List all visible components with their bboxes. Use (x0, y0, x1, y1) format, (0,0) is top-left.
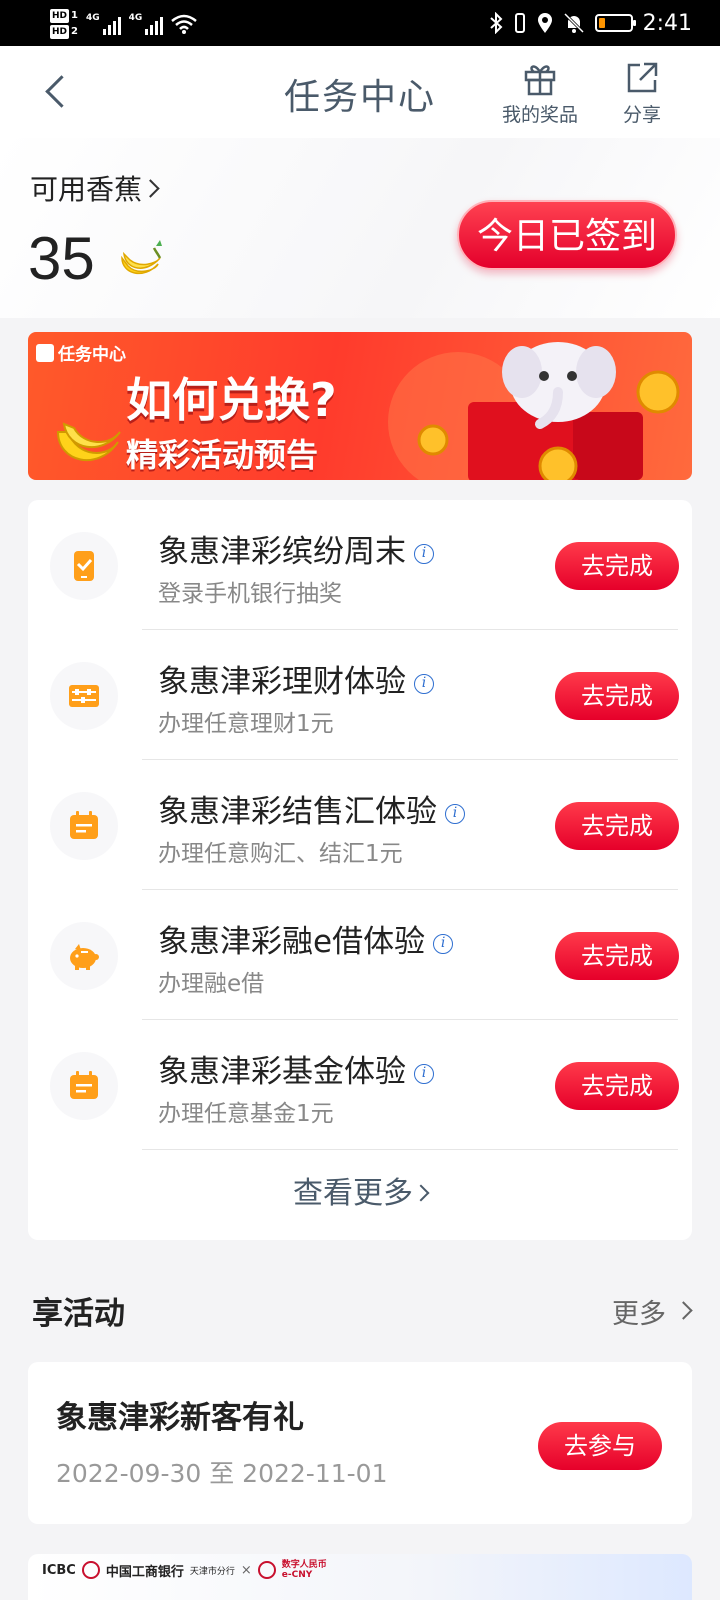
calendar-icon (70, 1071, 98, 1099)
info-icon[interactable]: i (414, 543, 434, 564)
mute-bell-icon (563, 12, 584, 34)
task-name: 象惠津彩融e借体验 i (158, 916, 454, 961)
banana-icon (121, 240, 162, 275)
activities-more-link[interactable]: 更多 (612, 1292, 666, 1331)
icbc-ecny-banner[interactable]: ICBC 中国工商银行 天津市分行 × 数字人民币 e-CNY (28, 1554, 692, 1600)
info-icon[interactable]: i (414, 1063, 434, 1084)
icbc-brand: ICBC (42, 1562, 76, 1578)
task-icon-wrap (50, 532, 118, 600)
wifi-icon (171, 14, 198, 34)
banner-subline: 精彩活动预告 (126, 436, 319, 474)
status-bar: HD 1 HD 2 4G 4G 2:41 (0, 0, 720, 46)
sim-indicator: HD 1 HD 2 (50, 9, 78, 39)
promo-banner[interactable]: 任务中心 如何兑换? 精彩活动预告 (28, 332, 692, 480)
cross-mark: × (240, 1562, 252, 1578)
task-desc: 办理任意理财1元 (158, 711, 334, 737)
task-item: 象惠津彩理财体验 i 办理任意理财1元 去完成 (28, 630, 692, 760)
task-desc: 登录手机银行抽奖 (158, 581, 342, 607)
battery-icon (594, 14, 636, 32)
bank-name: 中国工商银行 (105, 1564, 184, 1580)
task-name: 象惠津彩理财体验 i (158, 656, 434, 701)
ecny-logo-icon (257, 1561, 276, 1579)
task-desc: 办理融e借 (158, 971, 265, 997)
activity-name: 象惠津彩新客有礼 (56, 1400, 304, 1436)
task-name: 象惠津彩缤纷周末 i (158, 526, 434, 571)
task-list: 象惠津彩缤纷周末 i 登录手机银行抽奖 去完成 象惠津彩理财体验 i 办理任意理财1… (28, 500, 692, 1240)
activity-card[interactable]: 象惠津彩新客有礼 2022-09-30 至 2022-11-01 去参与 (28, 1362, 692, 1524)
piggy-bank-icon (70, 944, 99, 970)
ecny-label: 数字人民币 e-CNY (281, 1560, 327, 1580)
task-name: 象惠津彩结售汇体验 i (158, 786, 465, 831)
complete-task-button[interactable]: 去完成 (555, 932, 679, 980)
task-item: 象惠津彩基金体验 i 办理任意基金1元 去完成 (28, 1020, 692, 1150)
complete-task-button[interactable]: 去完成 (555, 1062, 679, 1110)
activity-date: 2022-09-30 至 2022-11-01 (56, 1459, 388, 1488)
available-bananas-link[interactable]: 可用香蕉 (30, 168, 157, 208)
task-item: 象惠津彩结售汇体验 i 办理任意购汇、结汇1元 去完成 (28, 760, 692, 890)
task-item: 象惠津彩融e借体验 i 办理融e借 去完成 (28, 890, 692, 1020)
clock: 2:41 (642, 10, 692, 36)
activities-section-title: 享活动 (32, 1296, 125, 1332)
share-icon (627, 62, 658, 93)
divider (142, 1149, 678, 1150)
task-desc: 办理任意基金1元 (158, 1101, 334, 1127)
location-icon (537, 13, 552, 33)
info-icon[interactable]: i (445, 803, 465, 824)
complete-task-button[interactable]: 去完成 (555, 542, 679, 590)
complete-task-button[interactable]: 去完成 (555, 802, 679, 850)
task-center-logo-icon (36, 343, 54, 362)
abacus-icon (69, 685, 99, 707)
points-value: 35 (28, 225, 95, 292)
calendar-icon (70, 811, 98, 839)
task-icon-wrap (50, 662, 118, 730)
task-item: 象惠津彩缤纷周末 i 登录手机银行抽奖 去完成 (28, 500, 692, 630)
gift-icon (524, 65, 556, 96)
info-icon[interactable]: i (433, 933, 454, 954)
vibrate-icon (514, 13, 525, 33)
phone-check-icon (74, 551, 94, 581)
info-icon[interactable]: i (414, 673, 434, 694)
branch-name: 天津市分行 (189, 1566, 235, 1577)
my-prizes-button[interactable]: 我的奖品 (492, 60, 588, 127)
share-label: 分享 (622, 104, 661, 126)
bluetooth-icon (489, 12, 503, 34)
banner-tag: 任务中心 (36, 340, 126, 365)
points-panel: 可用香蕉 35 今日已签到 (0, 138, 720, 318)
signal-icon: 4G (86, 13, 121, 35)
complete-task-button[interactable]: 去完成 (555, 672, 679, 720)
my-prizes-label: 我的奖品 (501, 104, 578, 126)
task-icon-wrap (50, 1052, 118, 1120)
view-more-tasks-link[interactable]: 查看更多 (28, 1168, 692, 1212)
signed-in-button[interactable]: 今日已签到 (457, 200, 677, 270)
nav-header: 任务中心 我的奖品 分享 (0, 46, 720, 138)
task-icon-wrap (50, 922, 118, 990)
task-name: 象惠津彩基金体验 i (158, 1046, 434, 1091)
icbc-logo-icon (81, 1561, 100, 1579)
task-icon-wrap (50, 792, 118, 860)
banner-headline: 如何兑换? (126, 373, 337, 427)
signal-icon: 4G (129, 13, 164, 35)
join-activity-button[interactable]: 去参与 (538, 1422, 662, 1470)
share-button[interactable]: 分享 (612, 60, 672, 127)
task-desc: 办理任意购汇、结汇1元 (158, 841, 403, 867)
